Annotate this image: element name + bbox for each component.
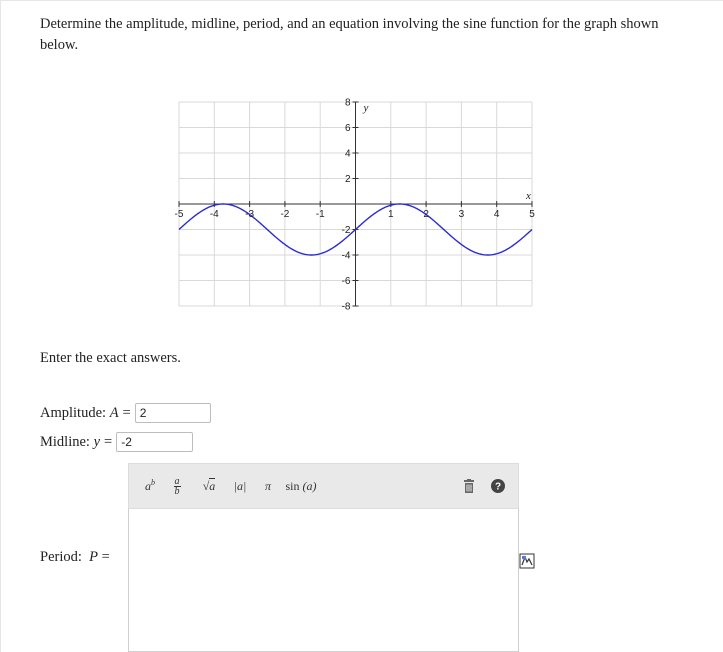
y-tick-label: -6 xyxy=(342,276,351,287)
x-tick-label: -4 xyxy=(210,209,219,220)
midline-row: Midline: y = -2 xyxy=(40,432,194,452)
sine-graph: -5 -4 -3 -2 -1 1 2 3 4 5 8 6 4 2 -2 -4 -6 -8 x y xyxy=(170,92,540,313)
x-axis-label: x xyxy=(525,190,531,202)
fraction-button[interactable]: a b xyxy=(167,472,187,500)
frame-border-top xyxy=(0,0,723,1)
trash-icon xyxy=(464,479,474,493)
exponent-button[interactable]: ab xyxy=(137,472,163,500)
amplitude-row: Amplitude: A = 2 xyxy=(40,403,211,423)
trash-button[interactable] xyxy=(459,472,479,500)
period-label: Period: P = xyxy=(40,549,110,565)
period-editor[interactable] xyxy=(128,509,519,652)
help-icon: ? xyxy=(491,479,505,493)
amplitude-label: Amplitude: A xyxy=(40,404,119,421)
y-tick-labels: 8 6 4 2 -2 -4 -6 -8 xyxy=(342,98,351,313)
exponent-icon: ab xyxy=(145,478,155,493)
svg-text:?: ? xyxy=(495,482,501,493)
midline-equals: = xyxy=(104,433,113,450)
sqrt-button[interactable]: √a xyxy=(195,472,223,500)
instructions: Enter the exact answers. xyxy=(40,350,181,366)
x-tick-label: 3 xyxy=(459,209,465,220)
y-tick-label: 8 xyxy=(345,98,351,109)
pi-button[interactable]: π xyxy=(257,472,279,500)
math-toolbar: ab a b √a |a| π sin (a) ? xyxy=(128,463,519,509)
sin-icon: sin (a) xyxy=(285,478,317,493)
sqrt-icon: √a xyxy=(202,477,216,493)
amplitude-input[interactable]: 2 xyxy=(134,403,211,423)
x-tick-label: -5 xyxy=(175,209,184,220)
preview-icon[interactable] xyxy=(519,553,535,569)
midline-input[interactable]: -2 xyxy=(116,432,194,452)
amplitude-equals: = xyxy=(122,404,131,421)
midline-label: Midline: y xyxy=(40,433,101,450)
sin-button[interactable]: sin (a) xyxy=(279,472,323,500)
graph-svg: -5 -4 -3 -2 -1 1 2 3 4 5 8 6 4 2 -2 -4 -6 -8 x y xyxy=(175,98,536,313)
x-tick-label: -2 xyxy=(280,209,289,220)
x-tick-label: -1 xyxy=(316,209,325,220)
abs-icon: |a| xyxy=(233,478,247,493)
y-tick-label: 6 xyxy=(345,123,351,134)
y-tick-label: -4 xyxy=(342,251,351,262)
y-tick-label: -8 xyxy=(342,302,351,313)
y-tick-label: 2 xyxy=(345,174,351,185)
x-tick-label: 1 xyxy=(388,209,394,220)
fraction-icon: a b xyxy=(173,475,181,497)
x-tick-labels: -5 -4 -3 -2 -1 1 2 3 4 5 xyxy=(175,209,536,220)
x-tick-label: 4 xyxy=(494,209,500,220)
x-tick-label: 5 xyxy=(529,209,535,220)
y-tick-label: 4 xyxy=(345,149,351,160)
graph-axes xyxy=(178,101,533,307)
x-tick-label: -3 xyxy=(245,209,254,220)
pi-icon: π xyxy=(264,478,271,493)
frame-border-left xyxy=(0,0,1,652)
abs-button[interactable]: |a| xyxy=(227,472,253,500)
y-tick-label: -2 xyxy=(342,225,351,236)
x-tick-label: 2 xyxy=(423,209,429,220)
question-text: Determine the amplitude, midline, period… xyxy=(40,16,659,53)
help-button[interactable]: ? xyxy=(487,472,509,500)
y-axis-label: y xyxy=(363,102,369,114)
